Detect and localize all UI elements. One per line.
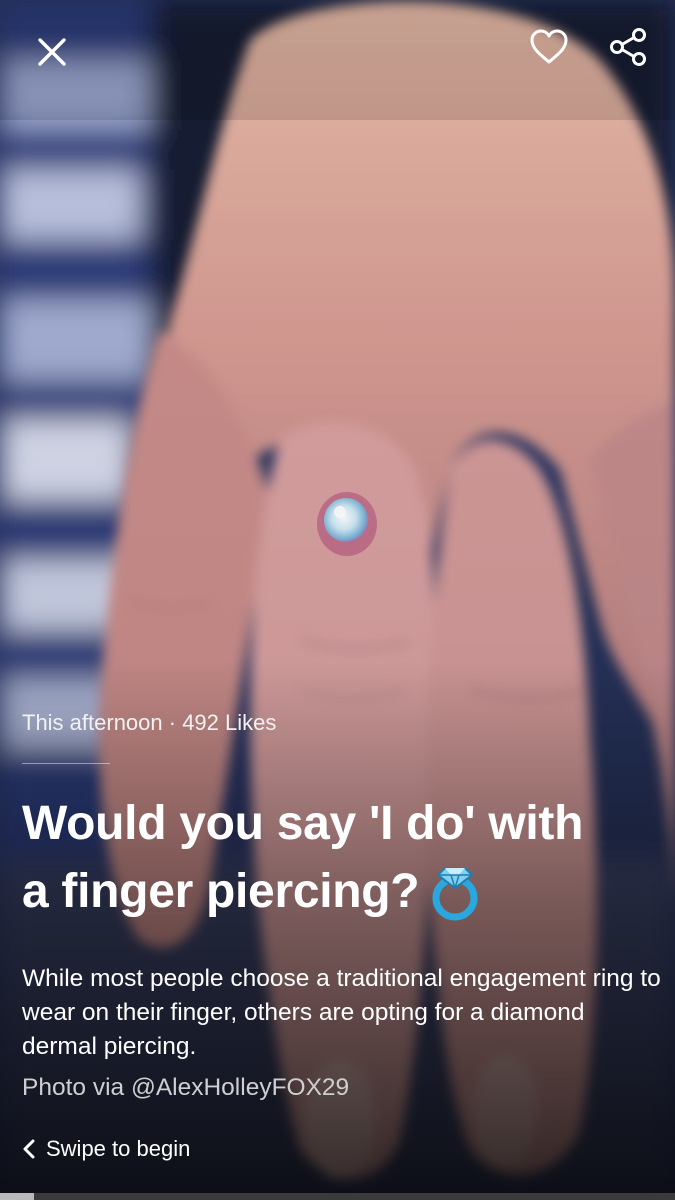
share-button[interactable]	[598, 17, 658, 77]
story-screen: This afternoon · 492 Likes Would you say…	[0, 0, 675, 1200]
swipe-label: Swipe to begin	[46, 1136, 191, 1161]
story-title-line-1: Would you say 'I do' with	[22, 797, 584, 850]
heart-icon	[530, 29, 568, 64]
close-icon	[38, 38, 66, 66]
photo-credit: Photo via @AlexHolleyFOX29	[22, 1074, 350, 1101]
story-title-line-2-text: a finger piercing?	[22, 865, 420, 918]
story-title-line-2: a finger piercing?	[22, 858, 652, 926]
story-description: While most people choose a traditional e…	[22, 965, 661, 1060]
chevron-left-icon	[18, 1137, 40, 1161]
top-toolbar	[0, 0, 675, 100]
swipe-to-begin[interactable]: Swipe to begin	[18, 1136, 190, 1162]
like-button[interactable]	[519, 17, 579, 77]
story-progress-fill	[0, 1193, 34, 1200]
ring-icon	[432, 867, 478, 921]
story-meta: This afternoon · 492 Likes	[22, 710, 277, 735]
divider	[22, 763, 110, 764]
share-icon	[610, 28, 646, 66]
story-title: Would you say 'I do' with a finger pierc…	[22, 790, 652, 926]
close-button[interactable]	[22, 22, 82, 82]
story-progress-bar	[0, 1193, 675, 1200]
